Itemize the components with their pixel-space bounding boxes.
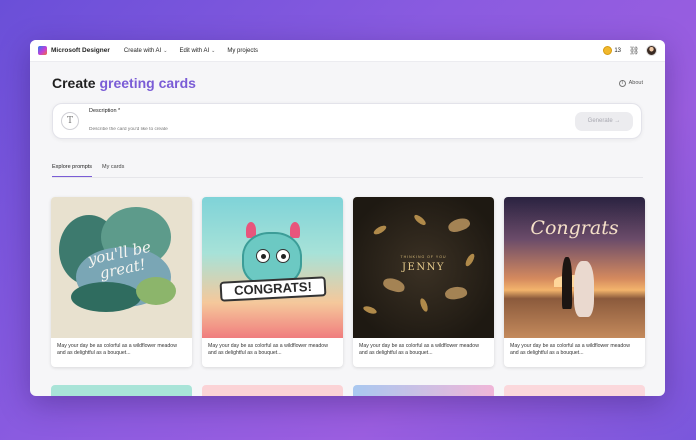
card-caption: May your day be as colorful as a wildflo… bbox=[359, 343, 479, 356]
tab-divider bbox=[52, 177, 643, 178]
description-input[interactable] bbox=[89, 126, 289, 132]
card-art-text: Congrats bbox=[530, 217, 619, 239]
decoration bbox=[71, 282, 141, 312]
monster-eye bbox=[256, 249, 270, 263]
generate-button[interactable]: Generate → bbox=[575, 111, 633, 131]
share-icon[interactable]: ⛓ bbox=[629, 46, 639, 56]
prompt-card-partial[interactable] bbox=[504, 385, 645, 396]
prompt-card-partial[interactable] bbox=[353, 385, 494, 396]
about-link[interactable]: i About bbox=[618, 79, 643, 87]
designer-logo-icon[interactable] bbox=[38, 46, 47, 55]
brand-name[interactable]: Microsoft Designer bbox=[51, 47, 110, 54]
leaf-decoration bbox=[418, 297, 430, 313]
bird-illustration bbox=[446, 215, 472, 235]
text-icon: T bbox=[61, 112, 79, 130]
card-caption: May your day be as colorful as a wildflo… bbox=[57, 343, 177, 356]
card-grid: you'll be great! May your day be as colo… bbox=[51, 197, 645, 367]
monster-eye bbox=[276, 249, 290, 263]
coin-count: 13 bbox=[614, 47, 621, 54]
tab-explore-prompts[interactable]: Explore prompts bbox=[52, 164, 93, 177]
avatar[interactable] bbox=[646, 45, 657, 56]
nav-label: Create with AI bbox=[123, 47, 162, 54]
card-image: Congrats bbox=[504, 197, 645, 338]
nav-create-with-ai[interactable]: Create with AI ⌄ bbox=[124, 48, 168, 54]
description-box[interactable]: T Description * Generate → bbox=[52, 103, 642, 139]
person-silhouette bbox=[562, 257, 572, 309]
chevron-down-icon: ⌄ bbox=[211, 47, 216, 54]
description-text: Description * bbox=[89, 108, 575, 135]
monster-horn bbox=[290, 222, 300, 238]
app-window: Microsoft Designer Create with AI ⌄ Edit… bbox=[30, 40, 665, 396]
leaf-decoration bbox=[412, 213, 428, 227]
bird-illustration bbox=[381, 276, 407, 294]
prompt-card[interactable]: CONGRATS! May your day be as colorful as… bbox=[202, 197, 343, 367]
prompt-card-partial[interactable] bbox=[51, 385, 192, 396]
card-caption: May your day be as colorful as a wildflo… bbox=[510, 343, 630, 356]
page-title: Create greeting cards bbox=[52, 75, 196, 91]
bird-illustration bbox=[444, 285, 468, 301]
card-row-partial bbox=[51, 385, 645, 396]
tab-my-cards[interactable]: My cards bbox=[102, 164, 124, 177]
tab-bar: Explore prompts My cards bbox=[52, 164, 134, 177]
card-art-text: JENNY bbox=[402, 262, 445, 273]
card-caption: May your day be as colorful as a wildflo… bbox=[208, 343, 328, 356]
prompt-card[interactable]: THINKING OF YOU JENNY May your day be as… bbox=[353, 197, 494, 367]
decoration bbox=[136, 277, 176, 305]
nav-label: Edit with AI bbox=[179, 47, 210, 54]
coin-icon[interactable] bbox=[603, 46, 613, 55]
nav-label: My projects bbox=[227, 47, 259, 54]
person-silhouette bbox=[574, 261, 594, 317]
chevron-down-icon: ⌄ bbox=[163, 47, 168, 54]
card-art-subtext: THINKING OF YOU bbox=[400, 255, 447, 259]
title-prefix: Create bbox=[52, 75, 100, 91]
title-accent: greeting cards bbox=[99, 75, 196, 91]
card-image: THINKING OF YOU JENNY bbox=[353, 197, 494, 338]
card-image: you'll be great! bbox=[51, 197, 192, 338]
leaf-decoration bbox=[362, 304, 378, 316]
prompt-card[interactable]: you'll be great! May your day be as colo… bbox=[51, 197, 192, 367]
top-bar: Microsoft Designer Create with AI ⌄ Edit… bbox=[30, 40, 665, 62]
nav-my-projects[interactable]: My projects bbox=[227, 48, 258, 54]
info-icon: i bbox=[618, 79, 626, 87]
nav-edit-with-ai[interactable]: Edit with AI ⌄ bbox=[179, 48, 215, 54]
description-label: Description * bbox=[89, 107, 121, 114]
prompt-card-partial[interactable] bbox=[202, 385, 343, 396]
card-art-text: CONGRATS! bbox=[219, 276, 327, 302]
about-label: About bbox=[628, 80, 643, 86]
card-image: CONGRATS! bbox=[202, 197, 343, 338]
leaf-decoration bbox=[372, 223, 388, 237]
prompt-card[interactable]: Congrats May your day be as colorful as … bbox=[504, 197, 645, 367]
heading-row: Create greeting cards i About bbox=[52, 75, 643, 91]
